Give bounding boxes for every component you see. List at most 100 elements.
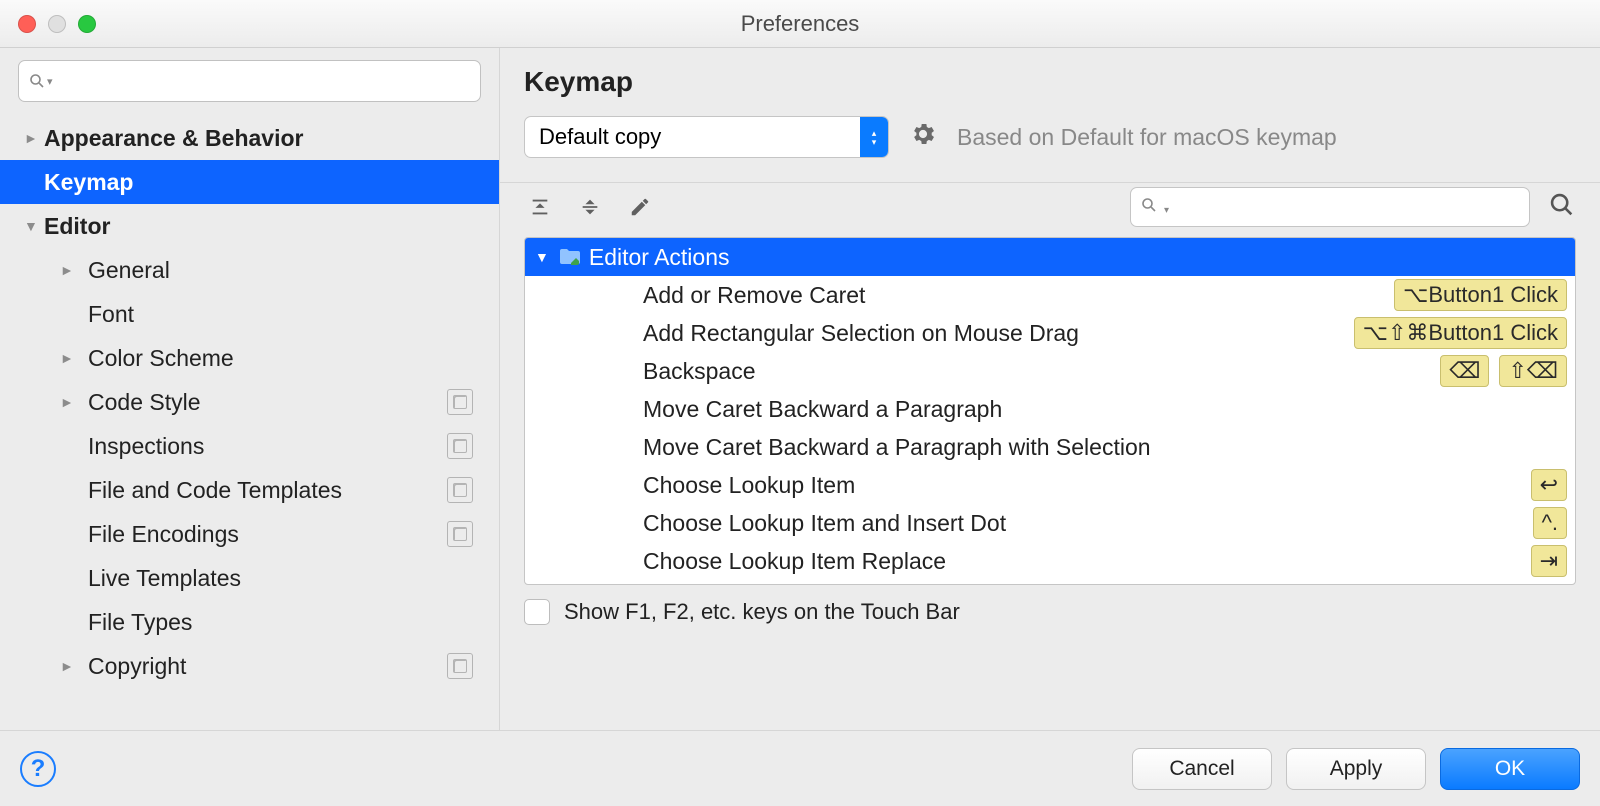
action-row[interactable]: Choose Lookup Item and Insert Dot ^. (525, 504, 1575, 542)
nav-item-editor[interactable]: ▼Editor (0, 204, 499, 248)
sidebar-search[interactable] (18, 60, 481, 102)
action-search[interactable] (1130, 187, 1530, 227)
nav-item-live-templates[interactable]: Live Templates (0, 556, 499, 600)
touchbar-row: Show F1, F2, etc. keys on the Touch Bar (500, 585, 1600, 639)
page-title: Keymap (524, 66, 1576, 98)
titlebar: Preferences (0, 0, 1600, 48)
main-header: Keymap (500, 48, 1600, 108)
action-row[interactable]: Choose Lookup Item ↩ (525, 466, 1575, 504)
nav-item-code-style[interactable]: ►Code Style (0, 380, 499, 424)
collapse-all-button[interactable] (574, 191, 606, 223)
shortcut-key: ⇧⌫ (1499, 355, 1567, 387)
action-name: Choose Lookup Item Replace (643, 548, 946, 575)
keymap-row: Default copy Based on Default for macOS … (500, 108, 1600, 182)
gear-icon[interactable] (909, 120, 937, 155)
search-icon (1141, 197, 1169, 218)
touchbar-checkbox[interactable] (524, 599, 550, 625)
action-row[interactable]: Add or Remove Caret ⌥Button1 Click (525, 276, 1575, 314)
chevron-icon: ► (60, 394, 88, 410)
nav-item-general[interactable]: ►General (0, 248, 499, 292)
chevron-icon: ▼ (24, 218, 44, 234)
nav-item-file-encodings[interactable]: File Encodings (0, 512, 499, 556)
ok-button[interactable]: OK (1440, 748, 1580, 790)
tree-group-label: Editor Actions (589, 244, 730, 271)
keymap-select-value: Default copy (539, 124, 661, 150)
action-name: Backspace (643, 358, 756, 385)
cancel-button[interactable]: Cancel (1132, 748, 1272, 790)
action-name: Move Caret Backward a Paragraph (643, 396, 1002, 423)
nav-item-label: Inspections (88, 433, 204, 460)
shortcut-list: ⌥⇧⌘Button1 Click (1354, 317, 1567, 349)
chevron-updown-icon (860, 117, 888, 157)
nav-item-file-and-code-templates[interactable]: File and Code Templates (0, 468, 499, 512)
action-row[interactable]: Move Caret Backward a Paragraph with Sel… (525, 428, 1575, 466)
project-level-badge-icon (447, 389, 473, 415)
nav-item-label: General (88, 257, 170, 284)
nav-item-label: Live Templates (88, 565, 241, 592)
shortcut-list: ⌫ ⇧⌫ (1440, 355, 1567, 387)
shortcut-key: ⌥Button1 Click (1394, 279, 1567, 311)
window-title: Preferences (0, 11, 1600, 37)
shortcut-key: ⌫ (1440, 355, 1489, 387)
search-icon (29, 73, 53, 89)
shortcut-list: ⌥Button1 Click (1394, 279, 1567, 311)
nav-item-appearance-behavior[interactable]: ►Appearance & Behavior (0, 116, 499, 160)
action-name: Move Caret Backward a Paragraph with Sel… (643, 434, 1151, 461)
action-search-input[interactable] (1175, 196, 1519, 218)
action-toolbar (500, 182, 1600, 237)
based-on-text: Based on Default for macOS keymap (957, 124, 1337, 151)
apply-button[interactable]: Apply (1286, 748, 1426, 790)
action-name: Choose Lookup Item and Insert Dot (643, 510, 1006, 537)
tree-body: Add or Remove Caret⌥Button1 ClickAdd Rec… (525, 276, 1575, 580)
triangle-down-icon: ▼ (535, 249, 549, 265)
help-button[interactable]: ? (20, 751, 56, 787)
shortcut-list: ↩ (1531, 469, 1567, 501)
nav-item-label: Copyright (88, 653, 186, 680)
shortcut-key: ^. (1533, 507, 1567, 539)
action-tree[interactable]: ▼ Editor Actions Add or Remove Caret ⌥But… (524, 237, 1576, 585)
action-row[interactable]: Move Caret Backward a Paragraph (525, 390, 1575, 428)
chevron-icon: ► (24, 130, 44, 146)
chevron-icon: ► (60, 658, 88, 674)
tree-group-header[interactable]: ▼ Editor Actions (525, 238, 1575, 276)
keymap-select[interactable]: Default copy (524, 116, 889, 158)
nav-item-copyright[interactable]: ►Copyright (0, 644, 499, 688)
action-row[interactable]: Backspace ⌫ ⇧⌫ (525, 352, 1575, 390)
expand-all-button[interactable] (524, 191, 556, 223)
nav-item-color-scheme[interactable]: ►Color Scheme (0, 336, 499, 380)
nav-item-file-types[interactable]: File Types (0, 600, 499, 644)
project-level-badge-icon (447, 521, 473, 547)
nav-tree: ►Appearance & BehaviorKeymap▼Editor►Gene… (0, 116, 499, 730)
shortcut-key: ↩ (1531, 469, 1567, 501)
find-by-shortcut-button[interactable] (1548, 191, 1576, 224)
edit-button[interactable] (624, 191, 656, 223)
project-level-badge-icon (447, 653, 473, 679)
nav-item-font[interactable]: Font (0, 292, 499, 336)
action-row[interactable]: Add Rectangular Selection on Mouse Drag ⌥… (525, 314, 1575, 352)
content: ►Appearance & BehaviorKeymap▼Editor►Gene… (0, 48, 1600, 730)
nav-item-label: Editor (44, 213, 110, 240)
action-name: Add or Remove Caret (643, 282, 865, 309)
action-name: Choose Lookup Item (643, 472, 855, 499)
main-panel: Keymap Default copy Based on Default for… (500, 48, 1600, 730)
shortcut-list: ^. (1533, 507, 1567, 539)
footer: ? Cancel Apply OK (0, 730, 1600, 806)
shortcut-list: ⇥ (1531, 545, 1567, 577)
nav-item-keymap[interactable]: Keymap (0, 160, 499, 204)
action-name: Add Rectangular Selection on Mouse Drag (643, 320, 1079, 347)
nav-item-inspections[interactable]: Inspections (0, 424, 499, 468)
nav-item-label: File Encodings (88, 521, 239, 548)
nav-item-label: Appearance & Behavior (44, 125, 303, 152)
chevron-icon: ► (60, 262, 88, 278)
nav-item-label: Code Style (88, 389, 201, 416)
shortcut-key: ⌥⇧⌘Button1 Click (1354, 317, 1567, 349)
sidebar: ►Appearance & BehaviorKeymap▼Editor►Gene… (0, 48, 500, 730)
project-level-badge-icon (447, 433, 473, 459)
folder-icon (559, 248, 581, 266)
nav-item-label: File and Code Templates (88, 477, 342, 504)
nav-item-label: File Types (88, 609, 192, 636)
shortcut-key: ⇥ (1531, 545, 1567, 577)
nav-item-label: Font (88, 301, 134, 328)
action-row[interactable]: Choose Lookup Item Replace ⇥ (525, 542, 1575, 580)
sidebar-search-input[interactable] (59, 70, 470, 93)
